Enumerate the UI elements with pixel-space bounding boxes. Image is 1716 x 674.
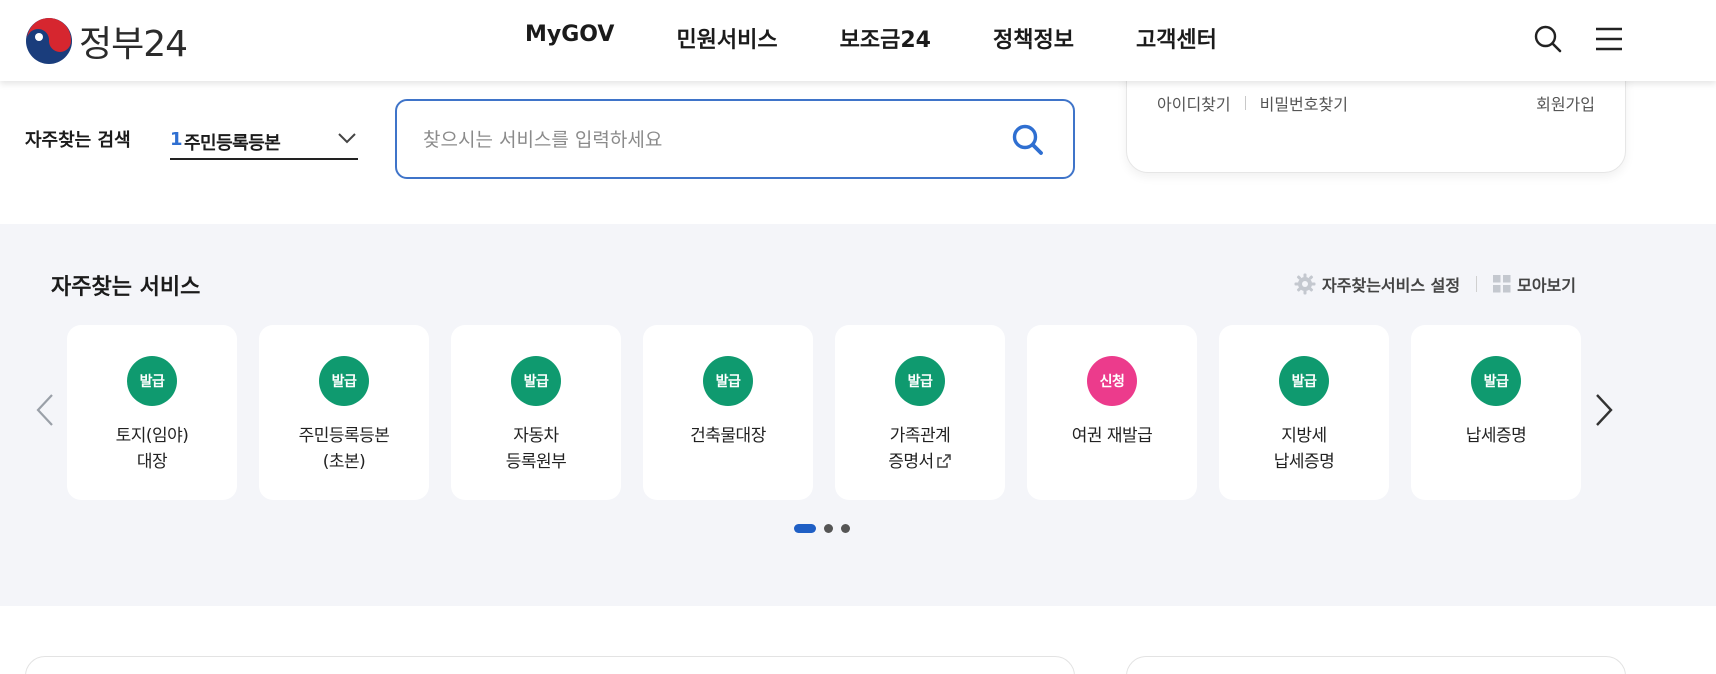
service-card-passport-reissue[interactable]: 신청 여권 재발급	[1027, 325, 1197, 500]
pagination-dot-3[interactable]	[841, 524, 850, 533]
card-label: 여권 재발급	[1027, 423, 1197, 449]
issue-badge: 발급	[511, 356, 561, 406]
card-label-line: 대장	[136, 452, 168, 472]
nav-subsidy24[interactable]: 보조금24	[840, 22, 931, 54]
card-label-line: 지방세	[1281, 426, 1327, 446]
card-label-line: 토지(임야)	[115, 426, 189, 446]
issue-badge: 발급	[1471, 356, 1521, 406]
login-links: 아이디찾기 비밀번호찾기	[1157, 91, 1348, 115]
carousel-pagination	[794, 524, 850, 533]
favorite-services-section: 자주찾는 서비스 자주찾는서비스 설정 모아보기 발급 토지(임야) 대장 발급…	[0, 224, 1716, 606]
favorite-settings-label: 자주찾는서비스 설정	[1322, 276, 1461, 295]
apply-badge: 신청	[1087, 356, 1137, 406]
service-cards: 발급 토지(임야) 대장 발급 주민등록등본 (초본) 발급 자동차 등록원부 …	[67, 325, 1581, 500]
card-label: 건축물대장	[643, 423, 813, 449]
nav-customer-center[interactable]: 고객센터	[1136, 22, 1217, 54]
card-label: 토지(임야) 대장	[67, 423, 237, 475]
pagination-dot-1[interactable]	[794, 524, 816, 533]
card-label: 자동차 등록원부	[451, 423, 621, 475]
nav-mygov[interactable]: MyGOV	[525, 22, 614, 54]
card-label-line: 가족관계	[889, 426, 951, 446]
gear-icon	[1294, 273, 1316, 295]
service-card-land-register[interactable]: 발급 토지(임야) 대장	[67, 325, 237, 500]
nav-civil-service[interactable]: 민원서비스	[676, 22, 777, 54]
view-all-label: 모아보기	[1517, 276, 1576, 295]
search-input[interactable]	[423, 123, 983, 157]
favorite-settings-button[interactable]: 자주찾는서비스 설정	[1294, 272, 1460, 296]
external-link-icon	[936, 454, 951, 468]
card-label-line: 건축물대장	[690, 426, 766, 446]
card-label-line: 등록원부	[505, 452, 567, 472]
logo-text: 정부24	[79, 24, 188, 65]
service-card-family-relation[interactable]: 발급 가족관계 증명서	[835, 325, 1005, 500]
card-label-line: 주민등록등본	[298, 426, 390, 446]
taegeuk-logo-icon	[26, 17, 72, 64]
card-label-line: (초본)	[322, 452, 366, 472]
card-label-line: 납세증명	[1273, 452, 1335, 472]
grid-icon	[1493, 275, 1511, 293]
chevron-left-icon[interactable]	[34, 392, 56, 428]
search-icon[interactable]	[1533, 24, 1563, 54]
issue-badge: 발급	[319, 356, 369, 406]
card-label-line: 증명서	[835, 449, 1005, 475]
service-card-building-register[interactable]: 발급 건축물대장	[643, 325, 813, 500]
card-label: 가족관계 증명서	[835, 423, 1005, 475]
card-label: 납세증명	[1411, 423, 1581, 449]
frequent-search-label: 자주찾는 검색	[25, 130, 131, 151]
bottom-panel-right	[1126, 656, 1626, 674]
favorite-actions: 자주찾는서비스 설정 모아보기	[1294, 272, 1576, 296]
main-nav: MyGOV 민원서비스 보조금24 정책정보 고객센터	[525, 22, 1279, 54]
search-rank: 1	[170, 129, 183, 150]
issue-badge: 발급	[703, 356, 753, 406]
find-id-link[interactable]: 아이디찾기	[1157, 91, 1231, 115]
divider	[1244, 96, 1246, 110]
nav-policy-info[interactable]: 정책정보	[993, 22, 1074, 54]
issue-badge: 발급	[127, 356, 177, 406]
find-password-link[interactable]: 비밀번호찾기	[1260, 91, 1348, 115]
card-label-line: 납세증명	[1465, 426, 1527, 446]
chevron-right-icon[interactable]	[1593, 392, 1615, 428]
chevron-down-icon	[338, 133, 356, 144]
service-card-local-tax-certificate[interactable]: 발급 지방세 납세증명	[1219, 325, 1389, 500]
service-card-resident-registration[interactable]: 발급 주민등록등본 (초본)	[259, 325, 429, 500]
bottom-panel-left	[25, 656, 1075, 674]
search-box	[395, 99, 1075, 179]
pagination-dot-2[interactable]	[824, 524, 833, 533]
view-all-button[interactable]: 모아보기	[1493, 272, 1576, 296]
issue-badge: 발급	[895, 356, 945, 406]
service-card-tax-certificate[interactable]: 발급 납세증명	[1411, 325, 1581, 500]
site-header: 정부24 MyGOV 민원서비스 보조금24 정책정보 고객센터	[0, 0, 1716, 81]
search-select-value: 주민등록등본	[184, 133, 281, 154]
card-label: 지방세 납세증명	[1219, 423, 1389, 475]
menu-icon[interactable]	[1594, 24, 1624, 54]
service-card-vehicle-register[interactable]: 발급 자동차 등록원부	[451, 325, 621, 500]
divider	[1476, 276, 1478, 292]
section-title: 자주찾는 서비스	[51, 275, 201, 300]
card-label-line: 여권 재발급	[1071, 426, 1153, 446]
card-label: 주민등록등본 (초본)	[259, 423, 429, 475]
issue-badge: 발급	[1279, 356, 1329, 406]
logo[interactable]: 정부24	[25, 15, 188, 67]
card-label-line: 자동차	[513, 426, 559, 446]
signup-link[interactable]: 회원가입	[1536, 91, 1595, 115]
card-label-text: 증명서	[888, 452, 934, 472]
frequent-search-select[interactable]: 1 주민등록등본	[170, 122, 358, 160]
search-submit-icon[interactable]	[1011, 123, 1045, 157]
